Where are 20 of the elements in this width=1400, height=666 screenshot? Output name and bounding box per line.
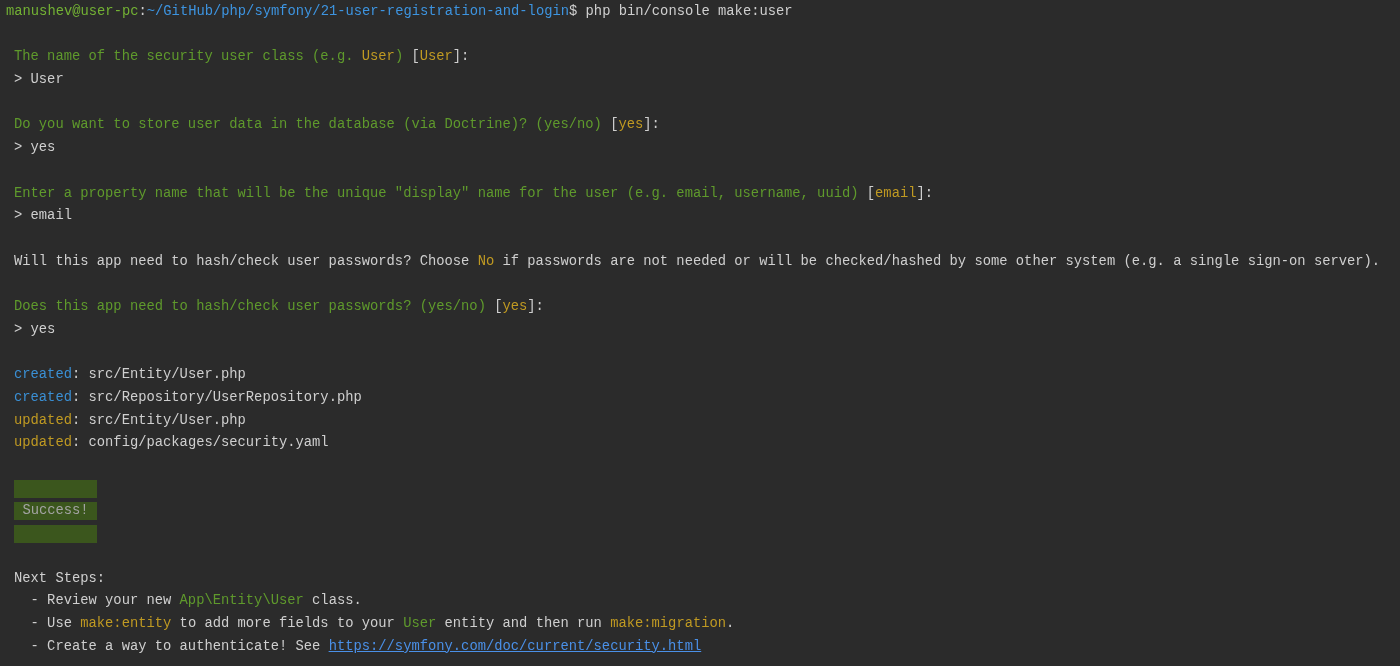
terminal-line: - Create a way to authenticate! See https://symfony.com/doc/current/security.html (29, 637, 702, 656)
terminal-line: manushev@user-pc:~/GitHub/php/symfony/21-user-registration-and-login$ php bin/console make:user (6, 3, 793, 21)
success-banner: Success! (14, 502, 97, 521)
terminal-line: The name of the security user class (e.g. User) [User]: (14, 48, 470, 67)
terminal-line: > email (14, 207, 72, 226)
terminal-line: Do you want to store user data in the database (via Doctrine)? (yes/no) [yes]: (14, 116, 660, 135)
terminal-line: Does this app need to hash/check user passwords? (yes/no) [yes]: (14, 298, 544, 317)
terminal-line: Will this app need to hash/check user passwords? Choose No if passwords are not needed or will be checked/hashed by some other system (e.g. a single sign-on server). (14, 252, 1381, 271)
terminal-line: updated: src/Entity/User.php (14, 411, 246, 430)
terminal-line: created: src/Entity/User.php (14, 366, 246, 385)
terminal-line: Next Steps: (14, 569, 106, 588)
terminal-line: - Use make:entity to add more fields to your User entity and then run make:migration. (29, 615, 735, 634)
terminal-line: - Review your new App\Entity\User class. (29, 592, 362, 611)
documentation-link[interactable]: https://symfony.com/doc/current/security.html (328, 638, 702, 654)
terminal-line: updated: config/packages/security.yaml (14, 434, 329, 453)
terminal-line: > yes (14, 320, 56, 339)
terminal-line: > User (14, 71, 64, 90)
terminal-line: Enter a property name that will be the unique "display" name for the user (e.g. email, username, uuid) [email]: (14, 184, 934, 203)
terminal-line: created: src/Repository/UserRepository.php (14, 388, 362, 407)
terminal-line: > yes (14, 139, 56, 158)
